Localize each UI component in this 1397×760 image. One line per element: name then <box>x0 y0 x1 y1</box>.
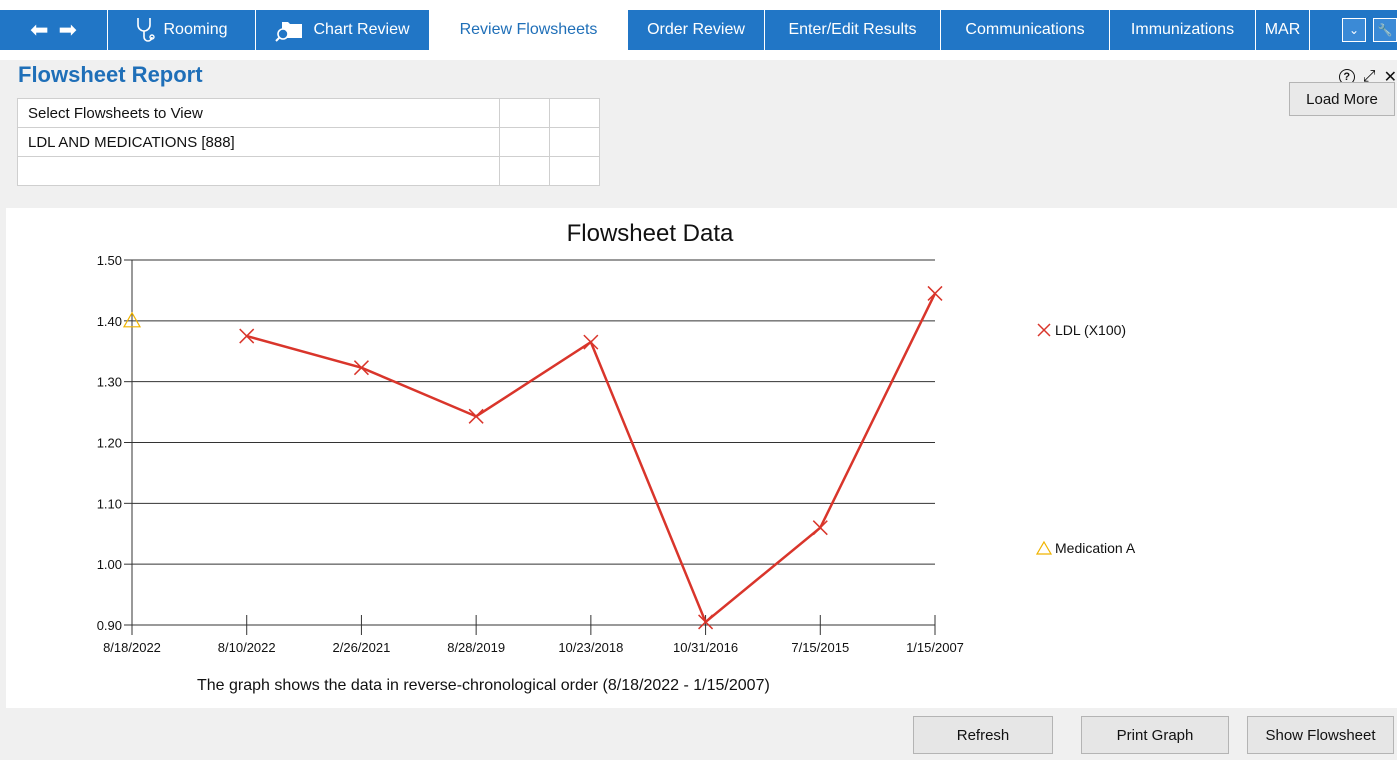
print-graph-button[interactable]: Print Graph <box>1081 716 1229 754</box>
legend-item-medication-a: Medication A <box>1036 540 1135 556</box>
flowsheet-chart: 0.90 1.00 1.10 1.20 1.30 1.40 1.50 8/18/2022 8/1… <box>97 253 964 655</box>
x-tick-label: 1/15/2007 <box>906 640 964 655</box>
y-tick-label: 1.00 <box>97 557 122 572</box>
data-point <box>468 408 484 424</box>
data-point <box>239 328 255 344</box>
triangle-marker-icon <box>1036 540 1052 555</box>
refresh-button[interactable]: Refresh <box>913 716 1053 754</box>
legend-label: LDL (X100) <box>1055 322 1127 338</box>
x-tick-label: 7/15/2015 <box>791 640 849 655</box>
x-tick-label: 10/23/2018 <box>558 640 623 655</box>
x-tick-label: 8/10/2022 <box>218 640 276 655</box>
data-point <box>583 334 599 350</box>
show-flowsheet-button[interactable]: Show Flowsheet <box>1247 716 1394 754</box>
y-tick-label: 1.10 <box>97 496 122 511</box>
data-point <box>812 520 828 536</box>
legend-item-ldl: LDL (X100) <box>1036 322 1126 338</box>
y-tick-label: 1.50 <box>97 253 122 268</box>
y-tick-label: 1.30 <box>97 375 122 390</box>
x-tick-label: 10/31/2016 <box>673 640 738 655</box>
y-tick-label: 1.20 <box>97 436 122 451</box>
x-tick-label: 2/26/2021 <box>333 640 391 655</box>
data-point <box>353 360 369 376</box>
x-tick-label: 8/18/2022 <box>103 640 161 655</box>
x-marker-icon <box>1037 323 1051 337</box>
y-tick-label: 0.90 <box>97 618 122 633</box>
y-tick-label: 1.40 <box>97 314 122 329</box>
legend-label: Medication A <box>1055 540 1136 556</box>
x-tick-label: 8/28/2019 <box>447 640 505 655</box>
data-point <box>927 285 943 301</box>
chart-caption: The graph shows the data in reverse-chro… <box>197 677 770 694</box>
